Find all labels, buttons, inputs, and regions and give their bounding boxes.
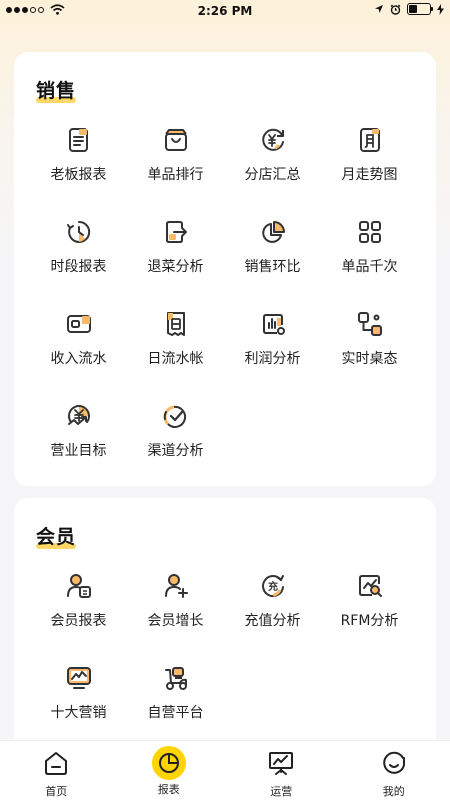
menu-item-label: 单品千次 bbox=[341, 259, 398, 275]
pie-chart-tab-icon bbox=[158, 753, 179, 773]
smile-face-icon bbox=[383, 751, 405, 774]
menu-item-label: 时段报表 bbox=[50, 259, 107, 275]
menu-item-label: 会员报表 bbox=[50, 613, 107, 629]
tab-reports[interactable]: 报表 bbox=[113, 741, 226, 800]
tab-operations[interactable]: 运营 bbox=[225, 741, 338, 800]
sales-grid: 老板报表 单品排行 分店汇总 月走势图 时段报表 退菜分析 销售环比 单品千次 … bbox=[14, 124, 436, 462]
menu-item-label: 老板报表 bbox=[50, 167, 107, 183]
member-grid: 会员报表 会员增长 充 充值分析 RFM分析 十大营销 自营平台 bbox=[14, 570, 436, 724]
menu-item-label: 日流水帐 bbox=[147, 351, 204, 367]
home-icon bbox=[45, 752, 68, 775]
menu-item-label: 收入流水 bbox=[50, 351, 107, 367]
bag-icon bbox=[164, 129, 187, 151]
tab-mine[interactable]: 我的 bbox=[338, 741, 450, 800]
menu-item-realtime-table[interactable]: 实时桌态 bbox=[321, 308, 418, 370]
menu-item-branch-summary[interactable]: 分店汇总 bbox=[224, 124, 321, 186]
tab-label: 我的 bbox=[382, 785, 405, 798]
menu-item-label: RFM分析 bbox=[340, 613, 399, 629]
tab-label: 报表 bbox=[157, 783, 180, 796]
member-section-card: 会员 会员报表 会员增长 充 充值分析 RFM分析 十大营销 自营平台 bbox=[14, 498, 436, 758]
status-bar: 2:26 PM bbox=[0, 0, 450, 22]
menu-item-label: 销售环比 bbox=[244, 259, 301, 275]
menu-item-channel-analysis[interactable]: 渠道分析 bbox=[127, 400, 224, 462]
menu-item-label: 充值分析 bbox=[244, 613, 301, 629]
menu-item-rfm-analysis[interactable]: RFM分析 bbox=[321, 570, 418, 632]
presentation-chart-icon bbox=[269, 752, 294, 775]
menu-item-label: 十大营销 bbox=[50, 705, 107, 721]
delivery-scooter-icon bbox=[164, 667, 187, 690]
menu-item-label: 实时桌态 bbox=[341, 351, 398, 367]
charging-bolt-icon bbox=[437, 3, 444, 15]
tab-label: 首页 bbox=[45, 785, 68, 798]
section-title-sales: 销售 bbox=[36, 76, 76, 103]
menu-item-label: 利润分析 bbox=[244, 351, 301, 367]
section-title-text: 销售 bbox=[36, 80, 77, 102]
menu-item-label: 分店汇总 bbox=[244, 167, 301, 183]
menu-item-product-per-thousand[interactable]: 单品千次 bbox=[321, 216, 418, 278]
menu-item-label: 营业目标 bbox=[50, 443, 107, 459]
menu-item-self-platform[interactable]: 自营平台 bbox=[127, 662, 224, 724]
daily-receipt-icon bbox=[166, 312, 185, 336]
alarm-icon bbox=[390, 4, 401, 15]
member-add-icon bbox=[164, 574, 188, 598]
menu-item-label: 渠道分析 bbox=[147, 443, 204, 459]
menu-item-member-growth[interactable]: 会员增长 bbox=[127, 570, 224, 632]
rfm-search-icon bbox=[358, 575, 382, 597]
monitor-trend-icon bbox=[66, 667, 91, 689]
report-doc-icon bbox=[68, 128, 88, 152]
member-card-icon bbox=[66, 574, 91, 598]
tab-active-indicator bbox=[151, 746, 186, 780]
tab-home[interactable]: 首页 bbox=[0, 741, 113, 800]
menu-item-label: 自营平台 bbox=[147, 705, 204, 721]
menu-item-label: 月走势图 bbox=[341, 167, 398, 183]
yuan-cycle-icon bbox=[261, 128, 284, 151]
location-arrow-icon bbox=[375, 5, 383, 13]
menu-item-label: 单品排行 bbox=[147, 167, 204, 183]
menu-item-daily-ledger[interactable]: 日流水帐 bbox=[127, 308, 224, 370]
clock-icon bbox=[66, 220, 90, 243]
menu-item-period-report[interactable]: 时段报表 bbox=[30, 216, 127, 278]
sales-section-card: 销售 老板报表 单品排行 分店汇总 月走势图 时段报表 退菜分析 销售环比 单品… bbox=[14, 52, 436, 486]
pie-chart-icon bbox=[261, 221, 285, 243]
menu-item-boss-report[interactable]: 老板报表 bbox=[30, 124, 127, 186]
recharge-icon: 充 bbox=[261, 575, 284, 598]
bottom-tab-bar: 首页 报表 运营 我的 bbox=[0, 740, 450, 800]
tab-label: 运营 bbox=[270, 785, 293, 798]
menu-item-sales-comparison[interactable]: 销售环比 bbox=[224, 216, 321, 278]
menu-item-label: 退菜分析 bbox=[147, 259, 204, 275]
menu-item-product-ranking[interactable]: 单品排行 bbox=[127, 124, 224, 186]
grid-four-icon bbox=[358, 221, 381, 243]
menu-item-label: 会员增长 bbox=[147, 613, 204, 629]
menu-item-profit-analysis[interactable]: 利润分析 bbox=[224, 308, 321, 370]
menu-item-income-flow[interactable]: 收入流水 bbox=[30, 308, 127, 370]
wallet-icon bbox=[66, 315, 91, 333]
menu-item-top-ten-marketing[interactable]: 十大营销 bbox=[30, 662, 127, 724]
section-title-text: 会员 bbox=[36, 526, 77, 548]
menu-item-recharge-analysis[interactable]: 充 充值分析 bbox=[224, 570, 321, 632]
channel-check-icon bbox=[163, 405, 186, 428]
menu-item-member-report[interactable]: 会员报表 bbox=[30, 570, 127, 632]
menu-item-monthly-trend[interactable]: 月走势图 bbox=[321, 124, 418, 186]
menu-item-return-analysis[interactable]: 退菜分析 bbox=[127, 216, 224, 278]
menu-item-business-target[interactable]: 营业目标 bbox=[30, 400, 127, 462]
status-right bbox=[374, 3, 444, 15]
section-title-member: 会员 bbox=[36, 522, 76, 549]
svg-text:充: 充 bbox=[268, 580, 278, 593]
exit-box-icon bbox=[165, 221, 187, 243]
flow-nodes-icon bbox=[357, 312, 382, 336]
yuan-target-icon bbox=[67, 405, 90, 425]
battery-icon bbox=[407, 3, 433, 15]
bar-chart-icon bbox=[262, 314, 285, 335]
month-calendar-icon bbox=[359, 128, 380, 152]
